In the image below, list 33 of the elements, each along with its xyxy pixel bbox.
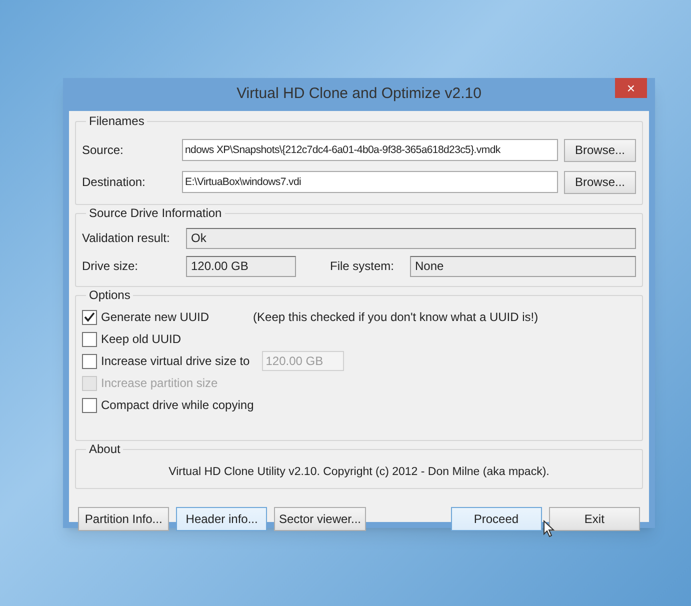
path-field[interactable]: ndows XP\Snapshots\{212c7dc4-6a01-4b0a-9f38-365a618d23c5}.vmdk — [182, 139, 558, 161]
check-icon — [84, 312, 95, 322]
path-field[interactable]: E:\VirtuaBox\windows7.vdi — [182, 171, 558, 193]
checkbox[interactable] — [82, 310, 97, 324]
option-label: Compact drive while copying — [101, 397, 254, 414]
browse-button[interactable]: Browse... — [564, 138, 636, 162]
field-label: Validation result: — [82, 230, 171, 247]
checkbox[interactable] — [82, 332, 97, 346]
field-label: Destination: — [82, 174, 146, 191]
file-system-field: None — [410, 256, 636, 276]
dialog-button[interactable]: Exit — [548, 507, 640, 531]
about-text: Virtual HD Clone Utility v2.10. Copyright (c) 2012 - Don Milne (aka mpack). — [168, 465, 550, 480]
validation-result-field: Ok — [186, 228, 636, 248]
field-label: Drive size: — [82, 258, 140, 275]
drive-size-field: 120.00 GB — [186, 256, 296, 276]
dialog-button[interactable]: Sector viewer... — [274, 507, 366, 531]
option-label: Generate new UUID — [101, 309, 210, 326]
close-button[interactable]: × — [615, 78, 647, 98]
checkbox[interactable] — [82, 354, 97, 368]
option-label: Increase partition size — [101, 375, 218, 392]
field-label: File system: — [330, 258, 396, 275]
group-title: Options — [86, 287, 134, 303]
option-hint: (Keep this checked if you don't know what a UUID is!) — [253, 309, 538, 326]
field-label: Source: — [82, 142, 124, 159]
dialog-button[interactable]: Proceed — [450, 507, 542, 531]
checkbox[interactable] — [82, 398, 97, 412]
option-label: Increase virtual drive size to — [101, 353, 250, 370]
option-label: Keep old UUID — [101, 331, 182, 348]
mouse-pointer-icon — [543, 520, 555, 538]
dialog-button[interactable]: Header info... — [176, 507, 268, 531]
dialog-button[interactable]: Partition Info... — [78, 507, 170, 531]
browse-button[interactable]: Browse... — [564, 170, 636, 194]
window-title: Virtual HD Clone and Optimize v2.10 — [236, 84, 482, 104]
